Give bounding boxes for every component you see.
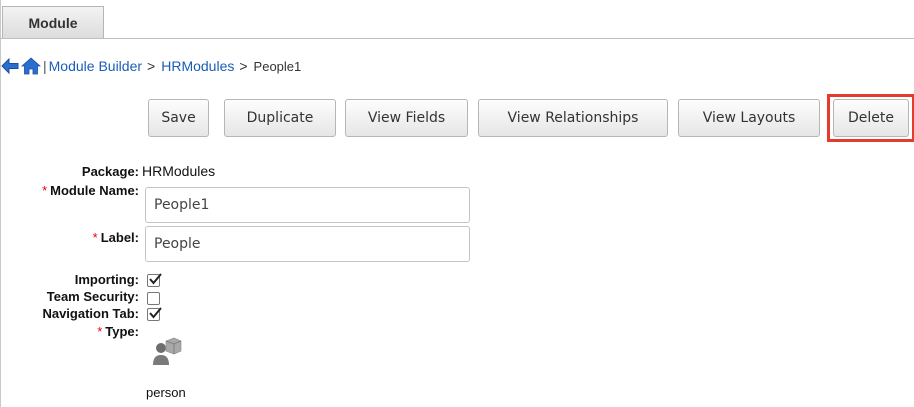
person-type-icon[interactable]	[152, 335, 182, 367]
type-value: person	[146, 385, 186, 400]
package-label: Package:	[81, 164, 139, 179]
required-marker: *	[97, 324, 103, 339]
checkmark-icon	[149, 273, 162, 285]
team-security-checkbox[interactable]	[147, 292, 160, 305]
breadcrumb-current: People1	[253, 58, 302, 74]
label-field-label: * Label:	[93, 230, 139, 245]
tab-bar: Module	[0, 0, 914, 40]
tab-divider	[0, 38, 914, 39]
breadcrumb-arrow: >	[147, 58, 156, 74]
importing-label: Importing:	[74, 272, 139, 287]
label-field-label-text: Label:	[100, 230, 139, 245]
breadcrumb-separator: |	[43, 58, 47, 74]
type-label-text: Type:	[105, 324, 139, 339]
team-security-label: Team Security:	[46, 289, 139, 304]
checkmark-icon	[149, 307, 162, 319]
type-label: * Type:	[97, 324, 139, 339]
required-marker: *	[42, 183, 48, 198]
module-name-input[interactable]	[145, 187, 470, 223]
breadcrumb-arrow: >	[239, 58, 248, 74]
navigation-tab-checkbox[interactable]	[147, 307, 162, 321]
back-arrow-icon[interactable]	[0, 56, 20, 76]
view-layouts-button[interactable]: View Layouts	[678, 99, 820, 137]
home-icon[interactable]	[20, 56, 42, 76]
breadcrumb-hrmodules[interactable]: HRModules	[161, 58, 234, 74]
module-name-label: * Module Name:	[42, 183, 139, 198]
save-button[interactable]: Save	[148, 99, 209, 137]
view-fields-button[interactable]: View Fields	[345, 99, 468, 137]
breadcrumb: | Module Builder > HRModules > People1	[0, 54, 301, 78]
view-relationships-button[interactable]: View Relationships	[478, 99, 668, 137]
package-value: HRModules	[142, 163, 216, 179]
required-marker: *	[92, 230, 98, 245]
tab-module[interactable]: Module	[2, 6, 104, 39]
navigation-tab-label: Navigation Tab:	[42, 306, 139, 321]
importing-checkbox[interactable]	[147, 273, 162, 287]
delete-highlight-box	[827, 94, 914, 142]
duplicate-button[interactable]: Duplicate	[224, 99, 336, 137]
breadcrumb-module-builder[interactable]: Module Builder	[49, 58, 142, 74]
label-input[interactable]	[145, 226, 470, 262]
module-name-label-text: Module Name:	[50, 183, 139, 198]
